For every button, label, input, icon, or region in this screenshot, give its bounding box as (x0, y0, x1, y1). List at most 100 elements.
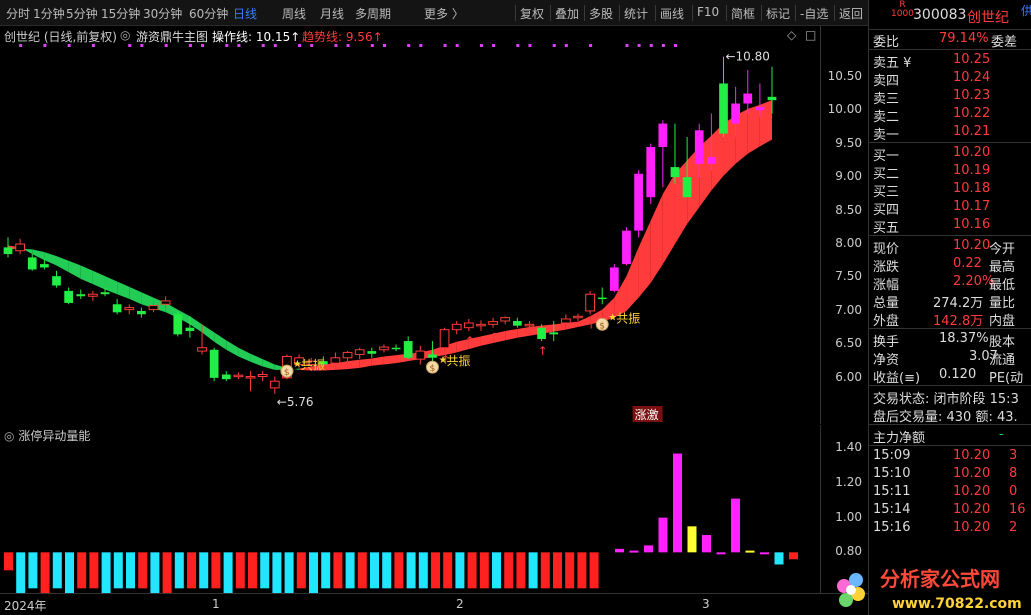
date-tick: 3 (702, 597, 710, 611)
ask-row-cell: 10.24 (953, 70, 991, 85)
signal-dot (564, 44, 568, 47)
trend-ribbon-segment (80, 265, 93, 285)
signal-vol-bar (731, 498, 740, 553)
period-tab-2[interactable]: 5分钟 (66, 5, 98, 22)
candle (512, 317, 522, 328)
buy-arrow-icon: ↑ (598, 307, 608, 321)
candle (209, 347, 219, 382)
low-price-label: ←5.76 (277, 395, 314, 409)
trend-ribbon-segment (371, 356, 384, 366)
chart-info-row: 创世纪 (日线,前复权) ◎ 游资鼎牛主图 操作线: 10.15↑ 趋势线: 9… (0, 26, 820, 44)
candle (88, 290, 98, 301)
price-tick: 9.00 (835, 169, 862, 184)
toolbar-button-4[interactable]: 画线 (660, 5, 684, 22)
candle (76, 289, 86, 299)
toolbar-button-1[interactable]: 叠加 (555, 5, 579, 22)
candle (646, 143, 656, 204)
candle (391, 344, 401, 352)
vol-bar (65, 552, 74, 593)
stat2-row-cell: 收益(≡) (873, 371, 921, 386)
vol-bar (431, 552, 440, 589)
trend-ribbon-segment (117, 281, 130, 299)
period-tab-0[interactable]: 分时 (6, 5, 30, 22)
period-tab-4[interactable]: 30分钟 (143, 5, 182, 22)
signal-dot (443, 44, 447, 47)
r-badge: R 1000 (891, 1, 914, 19)
period-tab-8[interactable]: 月线 (320, 5, 344, 22)
tick-row-cell: 15:11 (873, 484, 911, 499)
signal-dot (298, 44, 302, 47)
bid-row: 买四 10.17 (869, 198, 1031, 218)
price-tick: 7.00 (835, 302, 862, 317)
price-tick: 10.50 (827, 68, 862, 83)
vol-bar (150, 552, 160, 593)
vol-bar (199, 552, 209, 589)
toolbar-button-8[interactable]: -自选 (800, 5, 828, 22)
stock-label: 创世纪 (日线,前复权) (4, 30, 117, 44)
signal-dot (370, 44, 374, 47)
candle (743, 70, 753, 114)
stat-row-cell: 外盘 (873, 314, 900, 329)
signal-dot (19, 44, 23, 47)
candle (221, 371, 231, 382)
trend-ribbon-segment (129, 286, 142, 305)
ask-row: 卖二 10.22 (869, 105, 1031, 125)
trend-ribbon-segment (238, 347, 251, 362)
toolbar-button-5[interactable]: F10 (697, 5, 719, 19)
square-icon[interactable]: □ (805, 28, 816, 42)
indicator-toggle-icon[interactable]: ◎ (120, 28, 130, 42)
trend-ribbon-segment (383, 355, 397, 365)
toolbar-button-2[interactable]: 多股 (589, 5, 613, 22)
trend-ribbon-segment (202, 324, 215, 342)
candle (52, 270, 61, 288)
tick-row-cell: 15:09 (873, 448, 911, 463)
tick-row: 15:09 10.20 3 (869, 447, 1031, 465)
diamond-icon[interactable]: ◇ (787, 28, 796, 42)
ask-row: 卖三 10.23 (869, 87, 1031, 107)
trend-ribbon-segment (92, 270, 106, 290)
signal-dot (91, 44, 95, 47)
period-tab-7[interactable]: 周线 (282, 5, 306, 22)
vol-bar (553, 552, 562, 589)
toolbar-button-9[interactable]: 返回 (839, 5, 863, 22)
candle (245, 371, 256, 392)
signal-vol-bar (629, 550, 639, 553)
tick-row-cell: 10.20 (953, 520, 991, 535)
indicator-name[interactable]: 游资鼎牛主图 (136, 28, 208, 45)
tick-row-cell: 2 (1009, 520, 1018, 535)
period-tab-1[interactable]: 1分钟 (33, 5, 65, 22)
toolbar-button-6[interactable]: 简框 (731, 5, 755, 22)
ask-row: 卖五 ¥10.25 (869, 51, 1031, 71)
vol-bar (443, 552, 453, 589)
signal-vol-bar (687, 526, 697, 553)
period-tab-9[interactable]: 多周期 (355, 5, 391, 22)
toolbar-button-0[interactable]: 复权 (520, 5, 544, 22)
price-axis: 6.00 6.50 7.00 7.50 8.00 8.50 9.00 9.50 10.00 10.… (820, 26, 868, 424)
price-tick: 9.50 (835, 135, 862, 150)
ask-row: 卖一 10.21 (869, 123, 1031, 143)
signal-dot (164, 44, 168, 47)
candlestick-chart[interactable]: ←10.80←5.76$★ 共振 $★ 共振$★ 共振↑↑ ↑↑↑↑↑涨激 (0, 44, 820, 424)
candle (488, 317, 498, 328)
price-tick: 6.00 (835, 369, 862, 384)
flower-icon (837, 573, 865, 607)
signal-dot (43, 44, 47, 47)
stat-row: 外盘 142.8万 内盘 (869, 309, 1031, 329)
toolbar-button-3[interactable]: 统计 (624, 5, 648, 22)
vol-bar (211, 552, 221, 589)
signal-dot (419, 44, 423, 47)
candle (112, 298, 122, 315)
candle (500, 316, 511, 325)
candle (597, 287, 607, 305)
toolbar-button-7[interactable]: 标记 (766, 5, 790, 22)
period-tab-10[interactable]: 更多 〉 (424, 5, 464, 22)
supply-tag: 供 (1021, 2, 1031, 19)
bid-row-cell: 10.16 (953, 217, 991, 232)
period-tab-5[interactable]: 60分钟 (189, 5, 228, 22)
period-tab-3[interactable]: 15分钟 (101, 5, 140, 22)
quote-header: R1000 300083 创世纪 供 (869, 0, 1031, 30)
period-toolbar: 分时 1分钟 5分钟 15分钟 30分钟 60分钟 日线 周线 月线 多周期 更多 〉 复权 叠加 多股统… (0, 0, 868, 26)
after-hours-row-cell: 盘后交易量: 430 额: 43. (873, 410, 1018, 425)
period-tab-6[interactable]: 日线 (233, 5, 257, 22)
volume-chart[interactable] (0, 425, 820, 593)
